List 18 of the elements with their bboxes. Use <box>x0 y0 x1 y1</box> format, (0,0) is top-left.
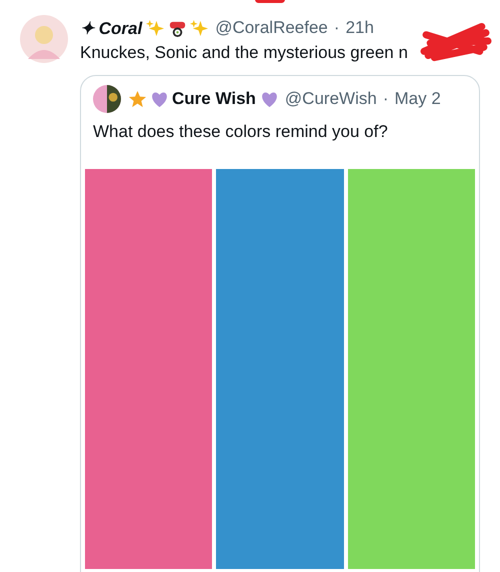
avatar <box>20 15 68 63</box>
avatar <box>93 85 121 113</box>
heart-icon <box>150 90 169 108</box>
display-name: ✦ Coral <box>80 18 142 38</box>
separator-dot: · <box>334 18 340 38</box>
timestamp[interactable]: 21h <box>346 18 374 38</box>
timestamp[interactable]: May 2 <box>394 89 441 109</box>
tweet-text: Knuckes, Sonic and the mysterious green n <box>80 43 408 62</box>
user-handle[interactable]: @CoralReefee <box>215 18 328 38</box>
display-name: Cure Wish <box>172 89 256 109</box>
sparkles-icon <box>190 18 210 38</box>
quoted-tweet-card[interactable]: Cure Wish @CureWish · May 2 What does these colors remind you of? <box>80 75 480 572</box>
quoted-tweet-text: What does these colors remind you of? <box>92 121 389 143</box>
sparkles-icon <box>146 18 166 38</box>
separator-dot: · <box>382 89 388 109</box>
user-handle[interactable]: @CureWish <box>284 89 377 109</box>
heart-icon <box>260 90 279 108</box>
star-icon <box>128 90 147 108</box>
